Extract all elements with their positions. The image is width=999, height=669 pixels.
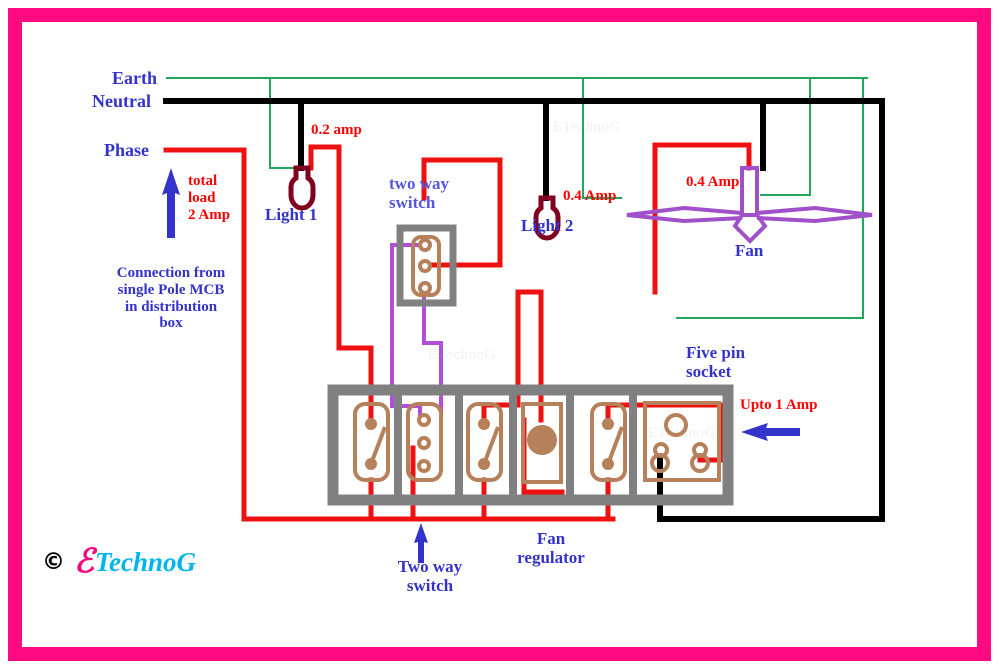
total-load-arrow — [162, 168, 180, 238]
copyright-icon: © — [42, 549, 65, 575]
socket-rating-label: Upto 1 Amp — [740, 397, 818, 413]
board-five-pin-socket[interactable] — [643, 401, 721, 482]
fan-regulator-label: Fan regulator — [517, 529, 585, 568]
logo-name: TechnoG — [94, 547, 196, 577]
two-way-switch-top-label: two way switch — [389, 174, 449, 213]
two-way-switch-board-label: Two way switch — [397, 557, 463, 596]
fan-rating-label: 0.4 Amp — [686, 174, 740, 190]
five-pin-socket-label: Five pin socket — [686, 343, 746, 382]
light-2-label: Light 2 — [521, 216, 574, 235]
light-1-label: Light 1 — [265, 205, 318, 224]
fan-label: Fan — [735, 241, 764, 260]
light-2-rating-label: 0.4 Amp — [563, 188, 617, 204]
total-load-annotation: total load 2 Amp — [188, 173, 231, 223]
light-1-rating-label: 0.2 amp — [311, 122, 362, 138]
ceiling-fan — [626, 166, 873, 244]
light-1-bulb — [288, 165, 316, 211]
phase-label: Phase — [104, 140, 149, 160]
etechnog-logo: © ℰ TechnoG — [42, 546, 196, 579]
logo-letter-e: ℰ — [74, 544, 94, 580]
earth-label: Earth — [112, 68, 157, 88]
wiring-diagram-page: ETechnoG ETechnoG ETechnoG Earth Neutral… — [0, 0, 999, 669]
mcb-connection-note: Connection from single Pole MCB in distr… — [116, 265, 226, 332]
neutral-label: Neutral — [92, 91, 151, 111]
socket-load-arrow — [741, 423, 800, 441]
